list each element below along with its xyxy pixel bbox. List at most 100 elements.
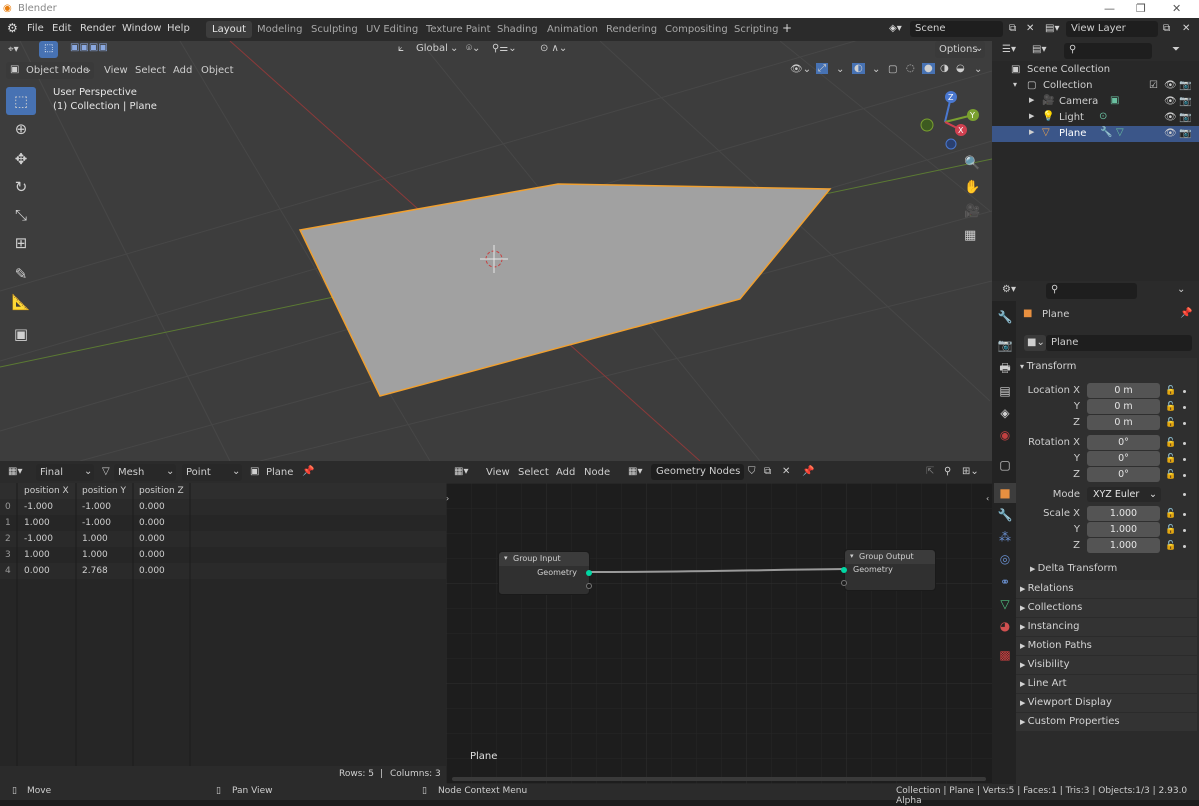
overlay-icon[interactable]: ◐ [852, 63, 865, 74]
material-tab-icon[interactable]: ◕ [994, 616, 1016, 636]
node-tree-name-field[interactable]: Geometry Nodes [651, 464, 744, 480]
scale-y-field[interactable]: 1.000 [1087, 522, 1160, 537]
texture-tab-icon[interactable]: ▩ [994, 645, 1016, 665]
pin-icon[interactable]: 📌 [802, 466, 814, 477]
view-layer-icon[interactable]: ▤▾ [1045, 23, 1059, 34]
keyframe-dot-icon[interactable] [1183, 458, 1186, 461]
scale-tool-icon[interactable]: ⤡ [6, 201, 36, 229]
view-layer-field[interactable]: View Layer [1066, 21, 1158, 37]
eye-icon[interactable]: 👁 [1164, 112, 1177, 123]
tab-shading[interactable]: Shading [491, 21, 544, 38]
object-tab-icon[interactable]: ■ [994, 483, 1016, 503]
editor-type-icon[interactable]: ▦▾ [8, 466, 22, 477]
group-output-node[interactable]: ▾ Group Output Geometry [841, 549, 936, 591]
zoom-icon[interactable]: 🔍 [964, 156, 980, 171]
snap-icon[interactable]: ⚲⚌⌄ [492, 43, 517, 54]
panel-viewport-display[interactable]: ▶ Viewport Display [1016, 694, 1197, 712]
empty-output-socket[interactable] [586, 583, 592, 589]
object-browse-icon[interactable]: ■⌄ [1024, 335, 1046, 351]
menu-select[interactable]: Select [135, 65, 166, 76]
keyframe-dot-icon[interactable] [1183, 422, 1186, 425]
proportional-edit-icon[interactable]: ⊙ ∧⌄ [540, 43, 567, 54]
panel-collections[interactable]: ▶ Collections [1016, 599, 1197, 617]
menu-view[interactable]: View [486, 467, 510, 478]
scene-icon[interactable]: ◈▾ [889, 23, 902, 34]
panel-custom-properties[interactable]: ▶ Custom Properties [1016, 713, 1197, 731]
empty-input-socket[interactable] [841, 580, 847, 586]
menu-object[interactable]: Object [201, 65, 234, 76]
new-view-layer-icon[interactable]: ⧉ [1163, 23, 1170, 34]
menu-render[interactable]: Render [80, 23, 116, 34]
location-x-field[interactable]: 0 m [1087, 383, 1160, 398]
rotation-y-field[interactable]: 0° [1087, 451, 1160, 466]
properties-search-input[interactable]: ⚲ [1046, 283, 1137, 299]
lock-icon[interactable]: 🔓 [1165, 509, 1176, 519]
pin-icon[interactable]: 📌 [1180, 308, 1192, 319]
move-tool-icon[interactable]: ✥ [6, 145, 36, 173]
gizmo-icon[interactable]: ⤢ [816, 63, 828, 74]
visibility-icon[interactable]: 👁⌄ [790, 64, 811, 75]
output-tab-icon[interactable]: 🖶 [994, 358, 1016, 378]
panel-motion-paths[interactable]: ▶ Motion Paths [1016, 637, 1197, 655]
tab-scripting[interactable]: Scripting [728, 21, 784, 38]
keyframe-dot-icon[interactable] [1183, 474, 1186, 477]
snap-mode-icon[interactable]: ⊞⌄ [962, 466, 979, 477]
editor-type-icon[interactable]: ⌖▾ [8, 44, 19, 55]
ortho-grid-icon[interactable]: ▦ [964, 228, 976, 243]
menu-select[interactable]: Select [518, 467, 549, 478]
group-input-node[interactable]: ▾ Group Input Geometry [498, 551, 592, 595]
delta-transform-subpanel[interactable]: ▶ Delta Transform [1030, 563, 1117, 574]
scene-tab-icon[interactable]: ◈ [994, 403, 1016, 423]
tab-sculpting[interactable]: Sculpting [305, 21, 364, 38]
minimize-icon[interactable]: — [1104, 2, 1115, 15]
chevron-down-icon[interactable]: ⌄ [1177, 284, 1185, 295]
scale-z-field[interactable]: 1.000 [1087, 538, 1160, 553]
lock-icon[interactable]: 🔓 [1165, 525, 1176, 535]
annotate-tool-icon[interactable]: ✎ [6, 260, 36, 288]
tab-compositing[interactable]: Compositing [659, 21, 734, 38]
eye-icon[interactable]: 👁 [1164, 80, 1177, 91]
keyframe-dot-icon[interactable] [1183, 390, 1186, 393]
node-tree-browse-icon[interactable]: ▦▾ [628, 466, 642, 477]
collection-tab-icon[interactable]: ▢ [994, 455, 1016, 475]
rotation-z-field[interactable]: 0° [1087, 467, 1160, 482]
outliner-item-light[interactable]: ▶ 💡 Light ⊙ 👁 📷 [992, 110, 1199, 126]
rotation-x-field[interactable]: 0° [1087, 435, 1160, 450]
camera-icon[interactable]: 📷 [1179, 128, 1191, 139]
duplicate-icon[interactable]: ⧉ [764, 466, 771, 477]
lock-icon[interactable]: 🔓 [1165, 438, 1176, 448]
lock-icon[interactable]: 🔓 [1165, 541, 1176, 551]
tool-tab-icon[interactable]: 🔧 [994, 307, 1016, 327]
panel-instancing[interactable]: ▶ Instancing [1016, 618, 1197, 636]
outliner-collection[interactable]: ▾ ▢ Collection ☑ 👁 📷 [992, 78, 1199, 94]
delete-view-layer-icon[interactable]: ✕ [1182, 23, 1190, 34]
keyframe-dot-icon[interactable] [1183, 406, 1186, 409]
pivot-icon[interactable]: ⌾⌄ [466, 43, 480, 54]
new-scene-icon[interactable]: ⧉ [1009, 23, 1016, 34]
add-cube-tool-icon[interactable]: ▣ [6, 320, 36, 348]
domain-dropdown[interactable]: Point ⌄ [182, 464, 242, 481]
keyframe-dot-icon[interactable] [1183, 529, 1186, 532]
lock-icon[interactable]: 🔓 [1165, 454, 1176, 464]
editor-type-icon[interactable]: ☰▾ [1002, 44, 1016, 55]
tab-modeling[interactable]: Modeling [251, 21, 309, 38]
geometry-output-socket[interactable] [586, 570, 592, 576]
menu-add[interactable]: Add [556, 467, 575, 478]
chevron-down-icon[interactable]: ⌄ [974, 64, 982, 75]
sidebar-toggle-icon[interactable]: ‹ [986, 494, 989, 503]
camera-view-icon[interactable]: 🎥 [964, 204, 980, 219]
location-z-field[interactable]: 0 m [1087, 415, 1160, 430]
lock-icon[interactable]: 🔓 [1165, 418, 1176, 428]
panel-relations[interactable]: ▶ Relations [1016, 580, 1197, 598]
menu-window[interactable]: Window [122, 23, 161, 34]
delete-scene-icon[interactable]: ✕ [1026, 23, 1034, 34]
render-tab-icon[interactable]: 📷 [994, 335, 1016, 355]
chevron-down-icon[interactable]: ⌄ [836, 64, 844, 75]
menu-add[interactable]: Add [173, 65, 192, 76]
mode-dropdown[interactable]: ▣ Object Mode ⌄ [6, 62, 94, 79]
object-name-field[interactable]: Plane [1046, 335, 1192, 351]
camera-icon[interactable]: 📷 [1179, 96, 1191, 107]
blender-menu-icon[interactable]: ⚙ [7, 21, 18, 35]
outliner-scene-collection[interactable]: ▣ Scene Collection [992, 62, 1199, 78]
menu-file[interactable]: File [27, 23, 44, 34]
